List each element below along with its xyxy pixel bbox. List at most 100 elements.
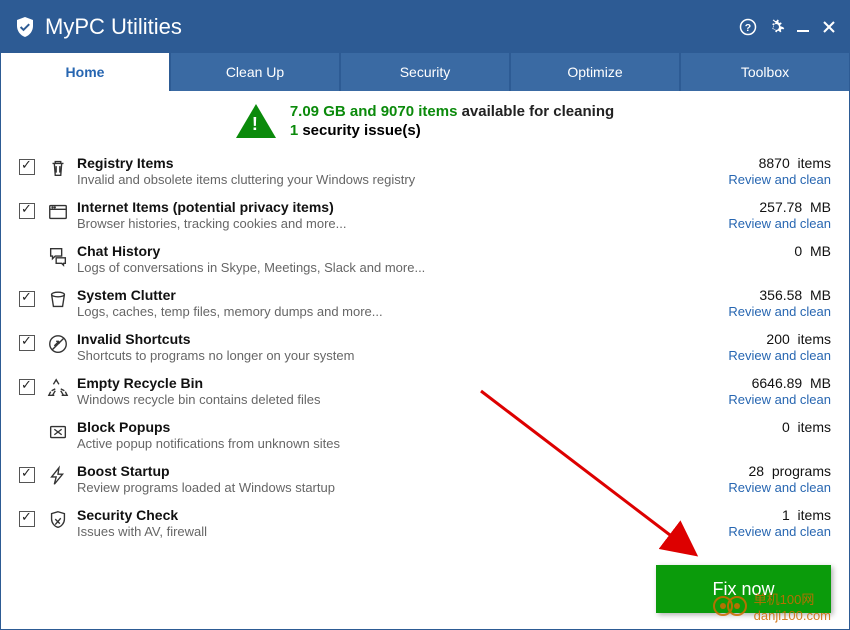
help-icon[interactable]: ? xyxy=(739,18,757,36)
item-text: Security CheckIssues with AV, firewall xyxy=(71,507,691,539)
review-and-clean-link[interactable]: Review and clean xyxy=(691,348,831,363)
item-value: 28 programs xyxy=(691,463,831,479)
tab-clean-up[interactable]: Clean Up xyxy=(171,53,341,91)
list-item: Registry ItemsInvalid and obsolete items… xyxy=(19,149,831,193)
popup-icon xyxy=(45,421,71,443)
item-text: System ClutterLogs, caches, temp files, … xyxy=(71,287,691,319)
list-item: Block PopupsActive popup notifications f… xyxy=(19,413,831,457)
browser-icon xyxy=(45,201,71,223)
review-and-clean-link[interactable]: Review and clean xyxy=(691,392,831,407)
item-value: 0 MB xyxy=(691,243,831,259)
close-icon[interactable] xyxy=(821,19,837,35)
item-desc: Invalid and obsolete items cluttering yo… xyxy=(77,172,691,187)
gear-icon[interactable] xyxy=(767,18,785,36)
item-stats: 0 MB xyxy=(691,243,831,259)
item-desc: Shortcuts to programs no longer on your … xyxy=(77,348,691,363)
item-desc: Windows recycle bin contains deleted fil… xyxy=(77,392,691,407)
app-title: MyPC Utilities xyxy=(45,14,182,40)
item-text: Boost StartupReview programs loaded at W… xyxy=(71,463,691,495)
list-item: Internet Items (potential privacy items)… xyxy=(19,193,831,237)
item-value: 1 items xyxy=(691,507,831,523)
item-stats: 28 programsReview and clean xyxy=(691,463,831,495)
item-value: 356.58 MB xyxy=(691,287,831,303)
warning-icon xyxy=(236,104,276,138)
list-item: Chat HistoryLogs of conversations in Sky… xyxy=(19,237,831,281)
item-title: Empty Recycle Bin xyxy=(77,375,691,391)
item-stats: 356.58 MBReview and clean xyxy=(691,287,831,319)
item-desc: Issues with AV, firewall xyxy=(77,524,691,539)
item-stats: 8870 itemsReview and clean xyxy=(691,155,831,187)
item-checkbox[interactable] xyxy=(19,379,35,395)
titlebar: MyPC Utilities ? xyxy=(1,1,849,53)
item-text: Internet Items (potential privacy items)… xyxy=(71,199,691,231)
list-item: Boost StartupReview programs loaded at W… xyxy=(19,457,831,501)
app-logo: MyPC Utilities xyxy=(13,14,182,40)
review-and-clean-link[interactable]: Review and clean xyxy=(691,480,831,495)
shield-icon xyxy=(45,509,71,531)
minimize-icon[interactable] xyxy=(795,19,811,35)
window-controls: ? xyxy=(739,18,837,36)
item-checkbox xyxy=(19,423,35,439)
item-value: 200 items xyxy=(691,331,831,347)
item-checkbox[interactable] xyxy=(19,203,35,219)
item-desc: Review programs loaded at Windows startu… xyxy=(77,480,691,495)
item-title: Registry Items xyxy=(77,155,691,171)
item-text: Invalid ShortcutsShortcuts to programs n… xyxy=(71,331,691,363)
item-text: Registry ItemsInvalid and obsolete items… xyxy=(71,155,691,187)
item-stats: 0 items xyxy=(691,419,831,435)
shortcut-icon xyxy=(45,333,71,355)
item-title: Block Popups xyxy=(77,419,691,435)
item-value: 8870 items xyxy=(691,155,831,171)
summary-line-2: 1 security issue(s) xyxy=(290,122,614,139)
item-checkbox[interactable] xyxy=(19,335,35,351)
item-text: Empty Recycle BinWindows recycle bin con… xyxy=(71,375,691,407)
shield-check-icon xyxy=(13,15,37,39)
item-title: System Clutter xyxy=(77,287,691,303)
summary-banner: 7.09 GB and 9070 items available for cle… xyxy=(1,91,849,149)
list-item: Security CheckIssues with AV, firewall1 … xyxy=(19,501,831,545)
review-and-clean-link[interactable]: Review and clean xyxy=(691,524,831,539)
item-desc: Active popup notifications from unknown … xyxy=(77,436,691,451)
tab-optimize[interactable]: Optimize xyxy=(511,53,681,91)
review-and-clean-link[interactable]: Review and clean xyxy=(691,172,831,187)
item-title: Chat History xyxy=(77,243,691,259)
svg-text:?: ? xyxy=(745,22,751,34)
item-title: Security Check xyxy=(77,507,691,523)
recycle-icon xyxy=(45,377,71,399)
item-checkbox[interactable] xyxy=(19,511,35,527)
item-value: 6646.89 MB xyxy=(691,375,831,391)
item-text: Chat HistoryLogs of conversations in Sky… xyxy=(71,243,691,275)
item-checkbox[interactable] xyxy=(19,467,35,483)
item-value: 257.78 MB xyxy=(691,199,831,215)
item-desc: Logs of conversations in Skype, Meetings… xyxy=(77,260,691,275)
item-value: 0 items xyxy=(691,419,831,435)
trash-icon xyxy=(45,157,71,179)
item-stats: 6646.89 MBReview and clean xyxy=(691,375,831,407)
list-item: Empty Recycle BinWindows recycle bin con… xyxy=(19,369,831,413)
watermark: 单机100网 danji100.com xyxy=(712,589,831,623)
item-text: Block PopupsActive popup notifications f… xyxy=(71,419,691,451)
tab-security[interactable]: Security xyxy=(341,53,511,91)
item-stats: 1 itemsReview and clean xyxy=(691,507,831,539)
watermark-text: 单机100网 danji100.com xyxy=(754,589,831,623)
item-title: Internet Items (potential privacy items) xyxy=(77,199,691,215)
item-checkbox xyxy=(19,247,35,263)
summary-line-1: 7.09 GB and 9070 items available for cle… xyxy=(290,103,614,120)
item-desc: Browser histories, tracking cookies and … xyxy=(77,216,691,231)
item-stats: 257.78 MBReview and clean xyxy=(691,199,831,231)
item-title: Invalid Shortcuts xyxy=(77,331,691,347)
list-item: Invalid ShortcutsShortcuts to programs n… xyxy=(19,325,831,369)
review-and-clean-link[interactable]: Review and clean xyxy=(691,216,831,231)
review-and-clean-link[interactable]: Review and clean xyxy=(691,304,831,319)
tab-toolbox[interactable]: Toolbox xyxy=(681,53,849,91)
item-desc: Logs, caches, temp files, memory dumps a… xyxy=(77,304,691,319)
chat-icon xyxy=(45,245,71,267)
item-checkbox[interactable] xyxy=(19,159,35,175)
bolt-icon xyxy=(45,465,71,487)
tab-home[interactable]: Home xyxy=(1,53,171,91)
watermark-icon xyxy=(712,595,748,617)
item-title: Boost Startup xyxy=(77,463,691,479)
bucket-icon xyxy=(45,289,71,311)
scan-results-list: Registry ItemsInvalid and obsolete items… xyxy=(1,149,849,545)
item-checkbox[interactable] xyxy=(19,291,35,307)
